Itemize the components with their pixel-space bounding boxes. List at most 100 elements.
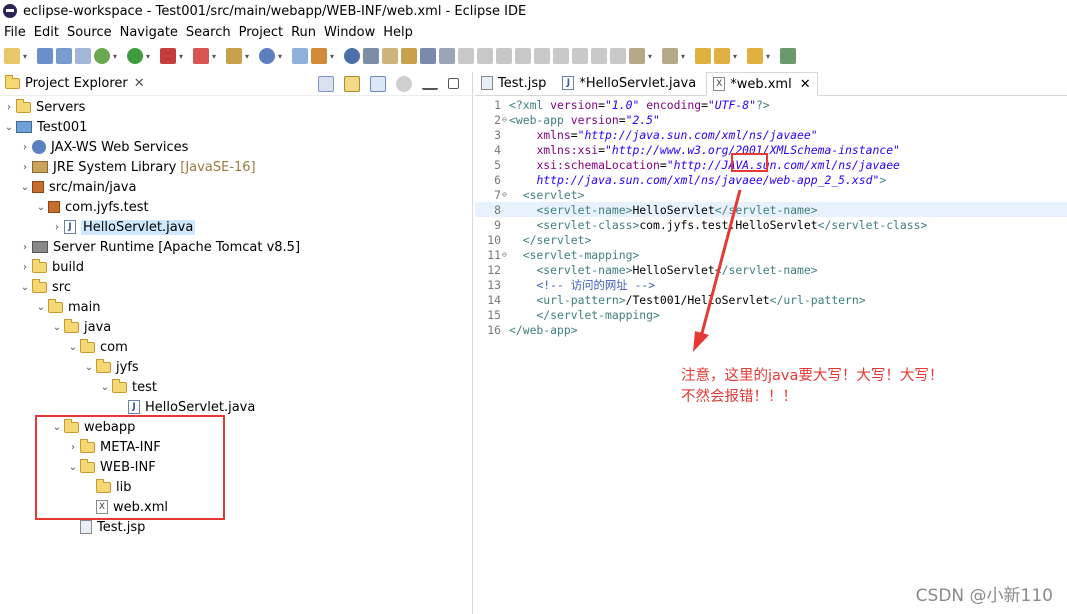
tree-item[interactable]: ⌄ com [66, 337, 128, 357]
menu-navigate[interactable]: Navigate [120, 25, 178, 40]
project-explorer-tab[interactable]: Project Explorer ✕ [0, 72, 145, 96]
run-dropdown-icon[interactable]: ▾ [146, 52, 154, 61]
block-selection-icon[interactable] [420, 48, 436, 64]
last-edit-location-icon[interactable] [695, 48, 711, 64]
resume-icon[interactable] [477, 48, 493, 64]
chevron-down-icon[interactable]: ⌄ [50, 322, 64, 333]
next-annotation-icon[interactable] [629, 48, 645, 64]
step-return-icon[interactable] [591, 48, 607, 64]
new-class-icon[interactable] [259, 48, 275, 64]
code-line[interactable]: 14 <url-pattern>/Test001/HelloServlet </u… [475, 292, 1067, 307]
editor-tab[interactable]: X *web.xml ✕ [706, 72, 818, 96]
collapse-all-icon[interactable] [318, 75, 334, 92]
fold-icon[interactable]: ⊖ [502, 190, 507, 199]
chevron-down-icon[interactable]: ⌄ [66, 342, 80, 353]
search-dropdown-icon[interactable]: ▾ [330, 52, 338, 61]
tree-item[interactable]: › J HelloServlet.java [50, 217, 196, 237]
chevron-right-icon[interactable]: › [18, 142, 32, 153]
chevron-right-icon[interactable]: › [50, 222, 64, 233]
open-type-icon[interactable] [292, 48, 308, 64]
minimize-icon[interactable] [422, 78, 438, 90]
show-whitespace-icon[interactable] [439, 48, 455, 64]
tree-item[interactable]: ⌄ jyfs [82, 357, 139, 377]
tree-item[interactable]: › Server Runtime [Apache Tomcat v8.5] [18, 237, 300, 257]
tree-item[interactable]: ⌄ src [18, 277, 71, 297]
menu-help[interactable]: Help [383, 25, 413, 40]
save-icon[interactable] [37, 48, 53, 64]
open-perspective-icon[interactable] [780, 48, 796, 64]
chevron-down-icon[interactable]: ⌄ [34, 302, 48, 313]
new-java-project-icon[interactable] [226, 48, 242, 64]
next-annotation-dropdown-icon[interactable]: ▾ [648, 52, 656, 61]
previous-annotation-icon[interactable] [662, 48, 678, 64]
step-into-icon[interactable] [553, 48, 569, 64]
tree-item[interactable]: › JRE System Library [JavaSE-16] [18, 157, 256, 177]
forward-icon[interactable] [747, 48, 763, 64]
tree-item[interactable]: ⌄ test [98, 377, 157, 397]
web-browser-icon[interactable] [344, 48, 360, 64]
skip-breakpoints-icon[interactable] [458, 48, 474, 64]
save-all-icon[interactable] [56, 48, 72, 64]
code-line[interactable]: 6 http://java.sun.com/xml/ns/javaee/web-… [475, 172, 1067, 187]
annotation-icon[interactable] [382, 48, 398, 64]
class-dropdown-icon[interactable]: ▾ [278, 52, 286, 61]
forward-dropdown-icon[interactable]: ▾ [766, 52, 774, 61]
code-line[interactable]: 12 <servlet-name> HelloServlet </servlet-n… [475, 262, 1067, 277]
tree-item[interactable]: J HelloServlet.java [114, 397, 255, 417]
menu-source[interactable]: Source [67, 25, 112, 40]
back-dropdown-icon[interactable]: ▾ [733, 52, 741, 61]
code-line[interactable]: 3 xmlns = "http://java.sun.com/xml/ns/java… [475, 127, 1067, 142]
server-icon[interactable] [193, 48, 209, 64]
print-icon[interactable] [75, 48, 91, 64]
external-tools-icon[interactable] [160, 48, 176, 64]
chevron-right-icon[interactable]: › [2, 102, 16, 113]
menu-window[interactable]: Window [324, 25, 375, 40]
debug-icon[interactable] [94, 48, 110, 64]
close-icon[interactable]: ✕ [134, 76, 145, 91]
code-line[interactable]: 2 ⊖ <web-app version = "2.5" [475, 112, 1067, 127]
tree-item[interactable]: ⌄ src/main/java [18, 177, 137, 197]
maximize-icon[interactable] [448, 78, 459, 89]
menu-file[interactable]: File [4, 25, 26, 40]
chevron-right-icon[interactable]: › [18, 262, 32, 273]
chevron-right-icon[interactable]: › [18, 242, 32, 253]
code-line[interactable]: 4 xmlns:xsi = "http://www.w3.org/2001/XMLS… [475, 142, 1067, 157]
chevron-right-icon[interactable]: › [18, 162, 32, 173]
chevron-down-icon[interactable]: ⌄ [34, 202, 48, 213]
code-line[interactable]: 9 <servlet-class> com.jyfs.test.HelloServ… [475, 217, 1067, 232]
run-icon[interactable] [127, 48, 143, 64]
chevron-down-icon[interactable]: ⌄ [82, 362, 96, 373]
editor-tab[interactable]: Test.jsp [475, 71, 552, 95]
tree-item[interactable]: › Servers [2, 97, 85, 117]
code-line[interactable]: 11 ⊖ <servlet-mapping> [475, 247, 1067, 262]
link-with-editor-icon[interactable] [344, 75, 360, 92]
close-icon[interactable]: ✕ [800, 77, 811, 92]
chevron-down-icon[interactable]: ⌄ [18, 182, 32, 193]
code-line[interactable]: 16 </web-app> [475, 322, 1067, 337]
code-line[interactable]: 8 <servlet-name> HelloServlet </servlet-na… [475, 202, 1067, 217]
step-over-icon[interactable] [572, 48, 588, 64]
new-icon[interactable] [4, 48, 20, 64]
fold-icon[interactable]: ⊖ [502, 115, 507, 124]
view-menu-icon[interactable] [396, 75, 412, 92]
code-line[interactable]: 10 </servlet> [475, 232, 1067, 247]
code-line[interactable]: 15 </servlet-mapping> [475, 307, 1067, 322]
toggle-breadcrumb-icon[interactable] [363, 48, 379, 64]
project-dropdown-icon[interactable]: ▾ [245, 52, 253, 61]
code-line[interactable]: 13 <!-- 访问的网址 --> [475, 277, 1067, 292]
editor-tab[interactable]: J *HelloServlet.java [556, 71, 702, 95]
menu-project[interactable]: Project [239, 25, 283, 40]
server-dropdown-icon[interactable]: ▾ [212, 52, 220, 61]
menu-run[interactable]: Run [291, 25, 316, 40]
code-line[interactable]: 5 xsi:schemaLocation = "http://JAVA.sun.co… [475, 157, 1067, 172]
suspend-icon[interactable] [496, 48, 512, 64]
tree-item[interactable]: ⌄ java [50, 317, 111, 337]
drop-to-frame-icon[interactable] [610, 48, 626, 64]
fold-icon[interactable]: ⊖ [502, 250, 507, 259]
filter-icon[interactable] [370, 75, 386, 92]
chevron-down-icon[interactable]: ⌄ [18, 282, 32, 293]
mark-occurrences-icon[interactable] [401, 48, 417, 64]
debug-dropdown-icon[interactable]: ▾ [113, 52, 121, 61]
chevron-down-icon[interactable]: ⌄ [98, 382, 112, 393]
tree-item[interactable]: Test.jsp [66, 517, 145, 537]
